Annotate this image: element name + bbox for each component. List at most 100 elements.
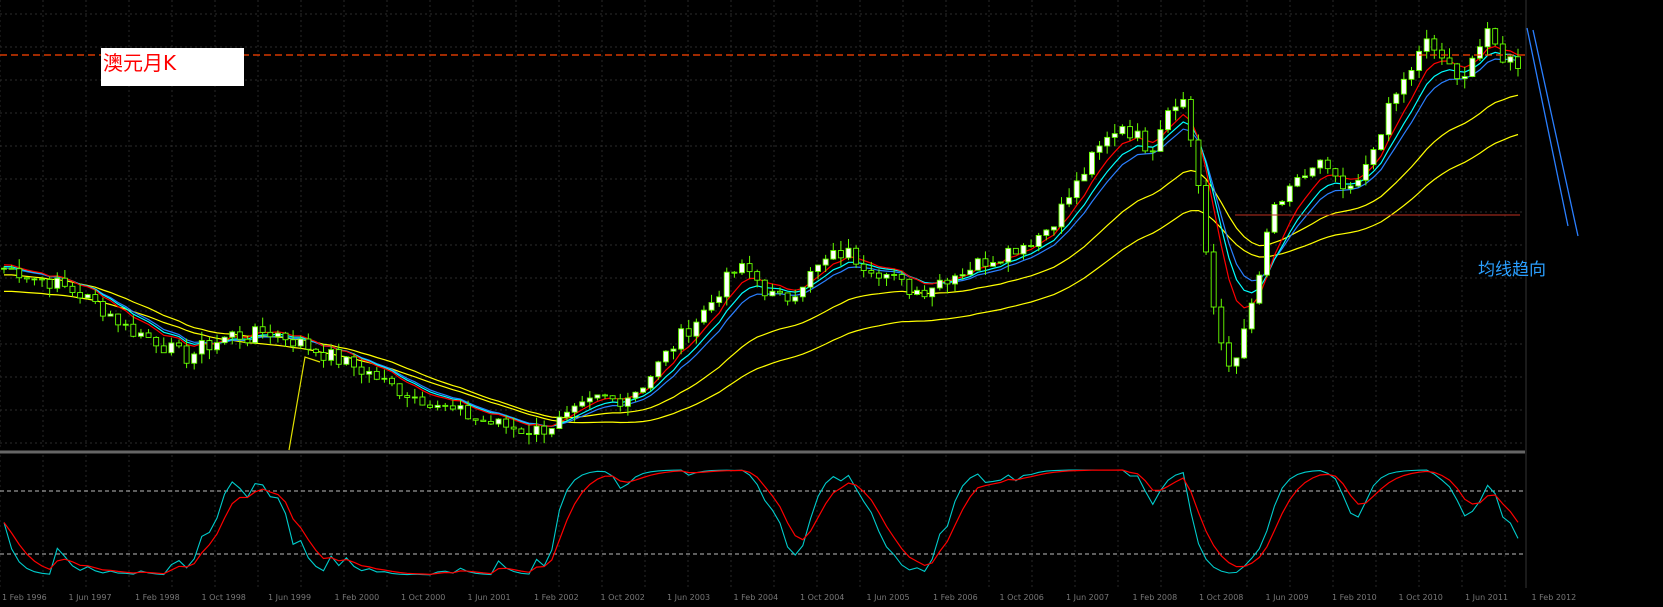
candle-bear [731,271,738,274]
candle-bull [959,274,966,277]
candle-bull [1423,38,1430,52]
candle-bull [997,261,1004,264]
candle-bull [1172,106,1179,112]
candle-bear [46,279,53,289]
candle-bull [1096,145,1103,153]
candle-bull [366,370,373,375]
time-axis-label: 1 Feb 2010 [1332,593,1377,602]
candle-bull [107,313,114,317]
candle-bull [990,262,996,267]
time-axis-label: 1 Oct 1998 [202,593,246,602]
candle-bull [1248,302,1255,330]
candle-bull [252,326,259,344]
candle-bear [77,292,84,299]
candle-bull [1180,99,1187,108]
candle-bull [274,332,281,338]
candle-bear [1127,126,1133,139]
candle-bull [647,376,654,389]
time-axis-label: 1 Jun 1999 [268,593,311,602]
candle-bull [716,296,723,304]
candle-bear [267,331,274,338]
candle-bull [1157,129,1164,152]
candle-bull [434,404,441,408]
candle-bull [328,349,335,361]
candle-bull [700,309,707,323]
candle-bull [343,356,350,365]
candle-bear [510,426,517,430]
candle-bull [1302,175,1308,179]
candle-bull [739,263,745,274]
candle-bull [1461,76,1468,80]
candle-bull [1378,134,1385,151]
candle-bull [815,264,822,272]
candle-bear [320,352,327,361]
candle-bear [472,418,479,421]
candle-bull [883,274,890,279]
candle-bear [259,326,266,333]
candle-bear [1187,99,1194,141]
candle-bear [1332,168,1339,177]
candle-bear [335,349,342,365]
candle-bull [655,361,662,378]
candle-bull [914,289,920,295]
candle-bull [594,394,601,399]
candle-bull [1111,133,1118,138]
time-axis-label: 1 Jun 2009 [1266,593,1309,602]
candle-bull [533,425,540,435]
candle-bull [952,275,958,285]
candle-bear [160,345,167,354]
candle-bull [54,277,61,289]
candle-bear [176,342,182,347]
candle-bull [830,250,837,260]
time-axis-label: 1 Feb 2012 [1532,593,1577,602]
candle-bull [1385,102,1392,136]
candle-bear [480,419,487,422]
candle-bull [221,336,228,344]
trend-annotation: 均线趋向 [1478,260,1546,280]
candle-bull [1058,203,1065,228]
candlestick-chart[interactable]: 1 Feb 1996 1 Jun 1997 1 Feb 1998 1 Oct 1998… [0,0,1663,603]
time-axis-label: 1 Jun 2007 [1066,593,1109,602]
candle-bull [191,353,198,364]
candle-bear [526,433,532,435]
candle-bear [305,338,312,350]
candle-bear [518,428,525,434]
candle-bull [929,287,936,298]
chart-window[interactable]: 1 Feb 1996 1 Jun 1997 1 Feb 1998 1 Oct 1998… [0,0,1663,603]
candle-bull [1005,247,1012,263]
candle-bull [967,269,974,276]
chart-title: 澳元月K [103,51,177,75]
candle-bull [1165,110,1171,131]
candle-bear [1195,139,1202,186]
candle-bear [61,277,68,287]
candle-bull [1416,50,1423,71]
time-axis-label: 1 Feb 1996 [2,593,47,602]
candle-bull [974,258,981,271]
candle-bear [183,345,190,364]
candle-bull [411,396,418,399]
candle-bear [1431,38,1438,51]
candle-bull [495,418,502,425]
candle-bear [853,247,860,265]
time-axis-label: 1 Feb 2002 [534,593,579,602]
candle-bear [1149,150,1156,153]
candle-bull [122,323,129,326]
candle-bull [678,328,685,350]
time-axis-label: 1 Feb 2006 [933,593,978,602]
candle-bull [1507,56,1514,63]
candle-bear [906,278,913,295]
candle-bull [1309,167,1316,177]
candle-bear [541,425,548,435]
candle-bear [92,294,99,303]
time-axis-label: 1 Oct 2002 [601,593,645,602]
candle-bear [373,370,380,380]
candle-bear [944,279,951,285]
candle-bull [1393,93,1400,104]
candle-bull [1400,78,1407,95]
candle-bull [1263,231,1270,276]
candle-bear [1218,306,1225,344]
candle-bear [761,279,768,297]
candle-bear [1515,56,1521,69]
candle-bull [670,348,677,352]
candle-bull [1294,177,1301,187]
